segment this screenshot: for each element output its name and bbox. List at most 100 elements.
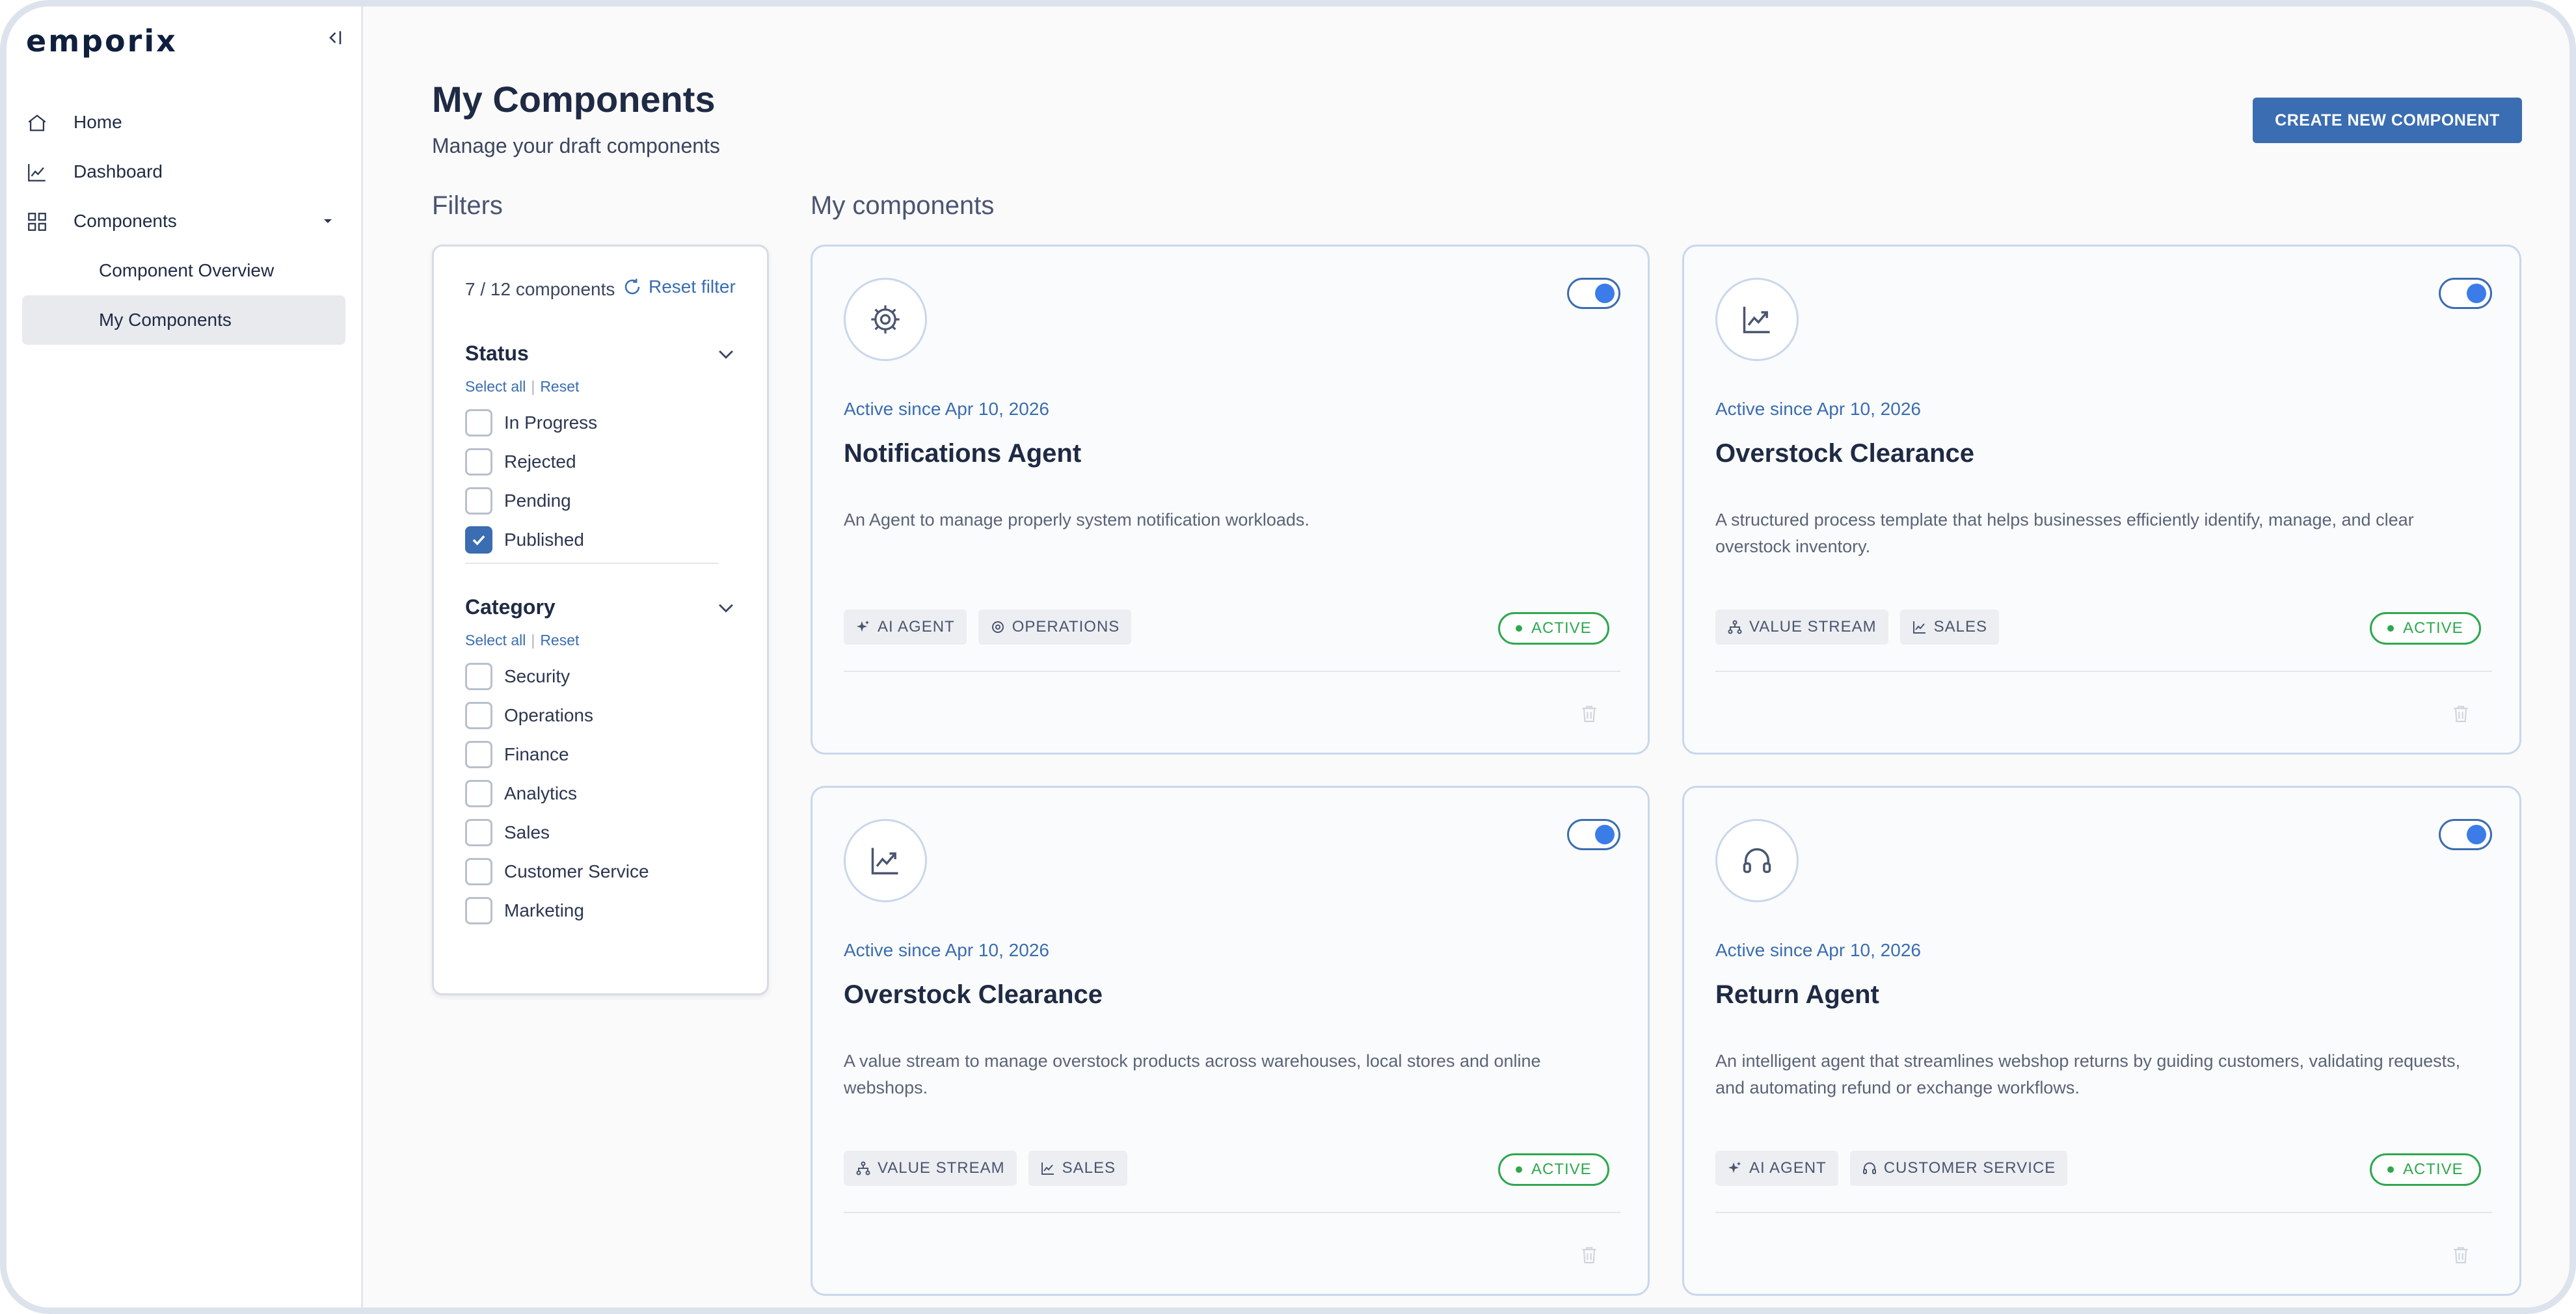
status-reset-link[interactable]: Reset — [540, 378, 579, 395]
status-option-published[interactable]: Published — [465, 526, 584, 554]
sidebar-item-components[interactable]: Components — [7, 196, 361, 246]
category-reset-link[interactable]: Reset — [540, 632, 579, 649]
category-option-marketing[interactable]: Marketing — [465, 897, 584, 924]
component-active-toggle[interactable] — [1567, 819, 1620, 850]
sidebar-item-home[interactable]: Home — [7, 98, 361, 147]
category-option-analytics[interactable]: Analytics — [465, 780, 577, 807]
status-filter-title: Status — [465, 342, 529, 365]
page-title: My Components — [432, 79, 716, 120]
checkbox[interactable] — [465, 448, 492, 476]
component-card[interactable]: Active since Apr 10, 2026 Overstock Clea… — [811, 786, 1650, 1296]
trash-icon[interactable] — [1579, 702, 1600, 725]
checkbox[interactable] — [465, 487, 492, 515]
chevron-down-icon[interactable] — [715, 597, 737, 619]
category-option-operations[interactable]: Operations — [465, 702, 593, 729]
components-section-title: My components — [811, 191, 995, 220]
sidebar-item-dashboard[interactable]: Dashboard — [7, 147, 361, 196]
trash-icon[interactable] — [2450, 1243, 2471, 1267]
toggle-knob — [2467, 284, 2486, 303]
active-since-text: Active since Apr 10, 2026 — [1715, 940, 1921, 960]
component-card[interactable]: Active since Apr 10, 2026 Return Agent A… — [1682, 786, 2521, 1296]
category-option-security[interactable]: Security — [465, 663, 570, 690]
option-label: Operations — [504, 705, 593, 725]
create-new-component-button[interactable]: CREATE NEW COMPONENT — [2253, 98, 2522, 143]
option-label: Rejected — [504, 451, 576, 472]
sparkle-icon — [857, 621, 869, 632]
check-icon — [472, 535, 485, 546]
component-description: A value stream to manage overstock produ… — [844, 1051, 1541, 1097]
chevron-down-icon[interactable] — [715, 343, 737, 365]
component-description: An intelligent agent that streamlines we… — [1715, 1051, 2461, 1097]
component-active-toggle[interactable] — [2439, 819, 2492, 850]
active-since-text: Active since Apr 10, 2026 — [1715, 399, 1921, 419]
checkbox[interactable] — [465, 897, 492, 924]
hierarchy-icon — [1728, 620, 1742, 634]
trash-icon[interactable] — [1579, 1243, 1600, 1267]
tag: VALUE STREAM — [844, 1151, 1017, 1186]
component-tags: VALUE STREAM SALES — [844, 1151, 1127, 1186]
sidebar-item-my-components[interactable]: My Components — [22, 295, 345, 345]
divider — [844, 1212, 1620, 1213]
option-label: Marketing — [504, 900, 584, 920]
reset-filter-button[interactable]: Reset filter — [623, 276, 736, 297]
tag: AI AGENT — [1715, 1151, 1838, 1186]
component-card[interactable]: Active since Apr 10, 2026 Overstock Clea… — [1682, 245, 2521, 755]
status-option-rejected[interactable]: Rejected — [465, 448, 576, 476]
status-option-pending[interactable]: Pending — [465, 487, 571, 515]
sidebar-item-label: Home — [74, 112, 122, 132]
chart-icon — [1912, 621, 1925, 634]
component-active-toggle[interactable] — [2439, 278, 2492, 309]
checkbox[interactable] — [465, 663, 492, 690]
trash-icon[interactable] — [2450, 702, 2471, 725]
tag: OPERATIONS — [978, 610, 1132, 645]
filter-result-count: 7 / 12 components — [465, 279, 615, 299]
category-select-all-link[interactable]: Select all — [465, 632, 526, 649]
component-card[interactable]: Active since Apr 10, 2026 Notifications … — [811, 245, 1650, 755]
chart-icon — [1715, 278, 1799, 361]
tag-label: AI AGENT — [878, 618, 955, 636]
sidebar-item-label: My Components — [99, 310, 232, 330]
divider — [465, 563, 719, 564]
sidebar-item-component-overview[interactable]: Component Overview — [7, 246, 361, 295]
status-option-in-progress[interactable]: In Progress — [465, 409, 597, 436]
category-filter-title: Category — [465, 595, 556, 619]
status-select-all-link[interactable]: Select all — [465, 378, 526, 395]
tag-label: SALES — [1933, 618, 1987, 636]
component-title: Overstock Clearance — [1715, 439, 1975, 468]
checkbox[interactable] — [465, 409, 492, 436]
category-filter-links: Select all | Reset — [465, 632, 580, 649]
status-badge: ACTIVE — [1498, 612, 1609, 645]
component-tags: AI AGENT OPERATIONS — [844, 610, 1132, 645]
active-since-text: Active since Apr 10, 2026 — [844, 940, 1049, 960]
reset-filter-label: Reset filter — [649, 276, 736, 297]
sidebar-nav: Home Dashboard Components Component Over… — [7, 98, 361, 345]
grid-icon — [28, 213, 46, 231]
category-option-sales[interactable]: Sales — [465, 819, 550, 846]
refresh-icon — [624, 278, 640, 295]
component-description: An Agent to manage properly system notif… — [844, 510, 1309, 530]
caret-down-icon — [324, 219, 332, 223]
checkbox[interactable] — [465, 741, 492, 768]
checkbox[interactable] — [465, 819, 492, 846]
collapse-sidebar-icon[interactable] — [322, 26, 345, 49]
tag-label: CUSTOMER SERVICE — [1883, 1159, 2056, 1177]
sidebar-item-label: Components — [74, 211, 177, 231]
category-option-customer-service[interactable]: Customer Service — [465, 858, 649, 885]
option-label: Finance — [504, 744, 569, 764]
category-option-finance[interactable]: Finance — [465, 741, 569, 768]
page-subtitle: Manage your draft components — [432, 134, 720, 157]
checkbox[interactable] — [465, 702, 492, 729]
sidebar-item-label: Dashboard — [74, 161, 163, 181]
tag: SALES — [1899, 610, 1999, 645]
component-description: A structured process template that helps… — [1715, 510, 2414, 556]
tag-label: VALUE STREAM — [878, 1159, 1005, 1177]
option-label: Published — [504, 530, 584, 550]
app-logo: emporix — [26, 23, 178, 59]
gear-icon — [991, 621, 1004, 633]
checkbox[interactable] — [465, 858, 492, 885]
component-active-toggle[interactable] — [1567, 278, 1620, 309]
chart-line-icon — [28, 164, 46, 181]
checkbox[interactable] — [465, 780, 492, 807]
checkbox-checked[interactable] — [465, 526, 492, 554]
chart-icon — [1041, 1162, 1054, 1175]
